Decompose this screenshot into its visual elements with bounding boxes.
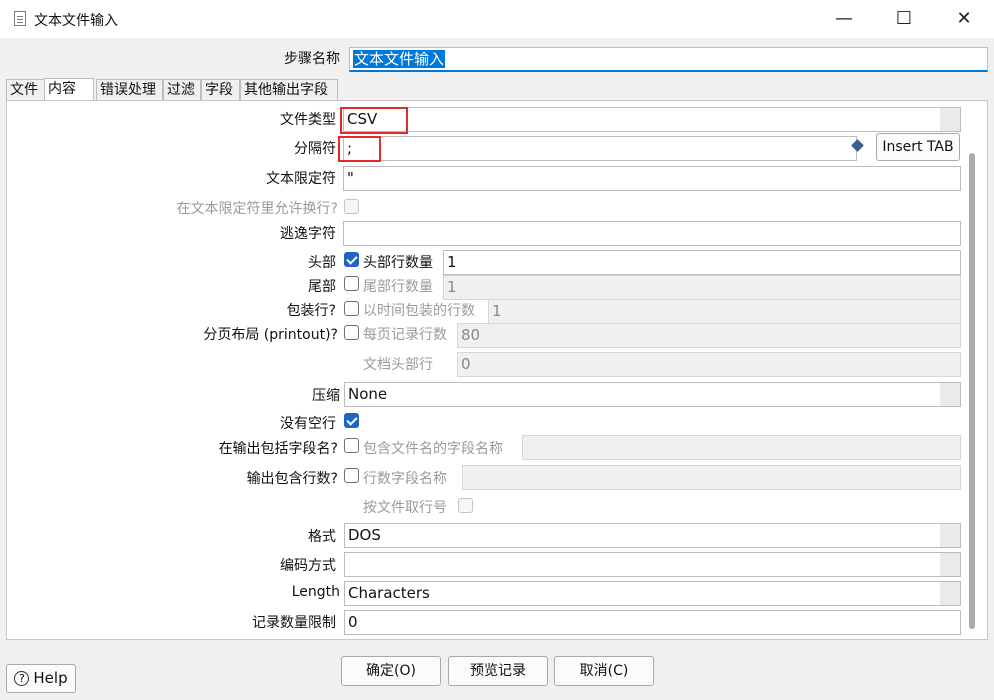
header-label: 头部: [308, 255, 336, 271]
length-label: Length: [291, 584, 340, 600]
paged-layout-label: 分页布局 (printout)?: [203, 327, 338, 343]
vertical-scrollbar[interactable]: [969, 153, 975, 629]
length-value: Characters: [348, 584, 430, 602]
length-dropdown-icon[interactable]: [940, 582, 960, 605]
separator-input[interactable]: ;: [343, 136, 857, 161]
header-checkbox[interactable]: [344, 252, 359, 267]
wrapped-lines-label: 以时间包装的行数: [363, 303, 475, 319]
limit-input[interactable]: 0: [344, 610, 961, 635]
rownum-field-label: 行数字段名称: [363, 471, 447, 487]
limit-value: 0: [348, 613, 358, 631]
file-type-combo[interactable]: CSV: [343, 107, 961, 132]
header-lines-label: 头部行数量: [363, 255, 433, 271]
minimize-button[interactable]: —: [820, 0, 868, 38]
footer-lines-value: 1: [447, 278, 457, 296]
file-type-label: 文件类型: [280, 112, 336, 128]
footer-checkbox[interactable]: [344, 276, 359, 291]
filename-field-label: 包含文件名的字段名称: [363, 441, 503, 457]
header-lines-value: 1: [447, 253, 457, 271]
rownum-by-file-label: 按文件取行号: [363, 500, 447, 516]
format-value: DOS: [348, 526, 381, 544]
include-filename-label: 在输出包括字段名?: [218, 441, 338, 457]
header-lines-input[interactable]: 1: [443, 250, 961, 275]
tab-fields[interactable]: 字段: [201, 79, 240, 100]
tab-filter[interactable]: 过滤: [163, 79, 201, 100]
allow-breaks-checkbox[interactable]: [344, 199, 359, 214]
no-empty-rows-checkbox[interactable]: [344, 413, 359, 428]
compression-combo[interactable]: None: [344, 382, 961, 407]
include-filename-checkbox[interactable]: [344, 438, 359, 453]
wrapped-label: 包装行?: [286, 303, 336, 319]
footer-lines-input[interactable]: 1: [443, 275, 961, 300]
help-label: Help: [33, 669, 68, 687]
tab-additional-fields[interactable]: 其他输出字段: [240, 79, 338, 100]
maximize-button[interactable]: ☐: [880, 0, 928, 38]
file-type-highlight: [340, 107, 408, 134]
file-type-dropdown-icon[interactable]: [940, 108, 960, 131]
cancel-button[interactable]: 取消(C): [554, 656, 654, 686]
window-title: 文本文件输入: [34, 13, 118, 29]
tab-error-handling[interactable]: 错误处理: [96, 79, 163, 100]
compression-label: 压缩: [312, 388, 340, 404]
format-dropdown-icon[interactable]: [940, 524, 960, 547]
step-name-input[interactable]: 文本文件输入: [349, 47, 988, 72]
compression-value: None: [348, 385, 388, 403]
help-button[interactable]: ? Help: [6, 664, 76, 693]
separator-label: 分隔符: [294, 141, 336, 157]
include-rownum-checkbox[interactable]: [344, 468, 359, 483]
allow-breaks-label: 在文本限定符里允许换行?: [176, 201, 338, 217]
tab-content[interactable]: 内容: [44, 78, 94, 101]
rownum-by-file-checkbox[interactable]: [458, 498, 473, 513]
limit-label: 记录数量限制: [252, 615, 336, 631]
escape-input[interactable]: [343, 221, 961, 246]
lines-per-page-input[interactable]: 80: [457, 323, 961, 348]
enclosure-label: 文本限定符: [266, 171, 336, 187]
wrapped-lines-input[interactable]: 1: [488, 299, 961, 324]
title-bar: 文本文件输入 — ☐ ✕: [0, 0, 994, 38]
step-name-value: 文本文件输入: [353, 50, 446, 68]
encoding-combo[interactable]: [344, 552, 961, 577]
lines-per-page-value: 80: [461, 326, 481, 344]
insert-tab-button[interactable]: Insert TAB: [876, 133, 960, 161]
separator-highlight: [338, 136, 381, 162]
footer-label: 尾部: [308, 279, 336, 295]
rownum-field-input[interactable]: [462, 465, 961, 490]
length-combo[interactable]: Characters: [344, 581, 961, 606]
encoding-label: 编码方式: [280, 558, 336, 574]
tab-file[interactable]: 文件: [6, 79, 45, 100]
step-name-label: 步骤名称: [284, 51, 340, 67]
escape-label: 逃逸字符: [280, 226, 336, 242]
wrapped-checkbox[interactable]: [344, 301, 359, 316]
paged-layout-checkbox[interactable]: [344, 325, 359, 340]
preview-button[interactable]: 预览记录: [448, 656, 548, 686]
doc-header-lines-input[interactable]: 0: [457, 352, 961, 377]
doc-header-lines-label: 文档头部行: [363, 357, 433, 373]
filename-field-input[interactable]: [522, 435, 961, 460]
ok-button[interactable]: 确定(O): [341, 656, 441, 686]
enclosure-input[interactable]: ": [343, 166, 961, 191]
format-label: 格式: [308, 529, 336, 545]
close-button[interactable]: ✕: [940, 0, 988, 38]
compression-dropdown-icon[interactable]: [940, 383, 960, 406]
doc-header-lines-value: 0: [461, 355, 471, 373]
include-rownum-label: 输出包含行数?: [246, 471, 338, 487]
enclosure-value: ": [347, 169, 354, 187]
no-empty-rows-label: 没有空行: [280, 416, 336, 432]
lines-per-page-label: 每页记录行数: [363, 327, 447, 343]
wrapped-lines-value: 1: [492, 302, 502, 320]
document-icon: [14, 11, 26, 26]
help-icon: ?: [14, 671, 30, 686]
format-combo[interactable]: DOS: [344, 523, 961, 548]
footer-lines-label: 尾部行数量: [363, 279, 433, 295]
encoding-dropdown-icon[interactable]: [940, 553, 960, 576]
